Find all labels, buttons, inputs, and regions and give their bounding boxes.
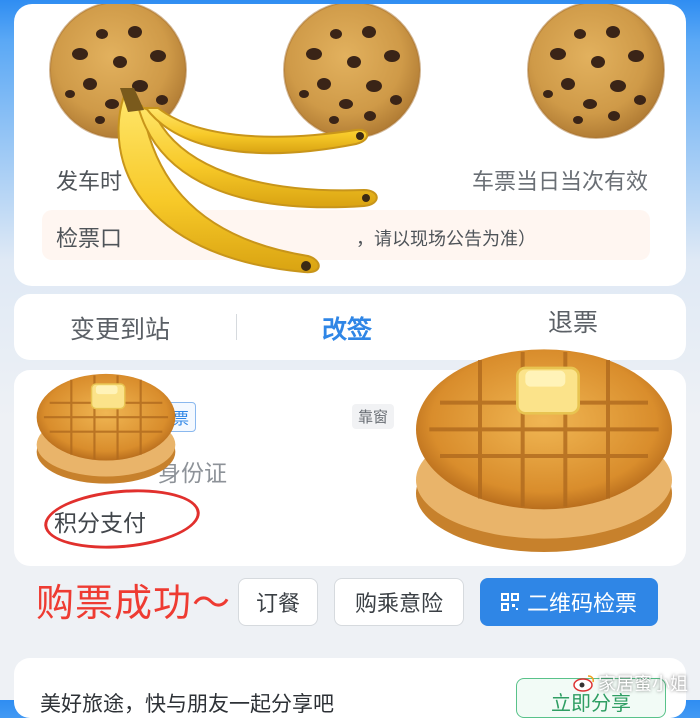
qr-code-icon bbox=[500, 593, 519, 611]
buy-insurance-button[interactable]: 购乘意险 bbox=[334, 578, 464, 626]
weibo-icon bbox=[573, 675, 594, 692]
qr-check-button[interactable]: 二维码检票 bbox=[480, 578, 658, 626]
order-meal-label: 订餐 bbox=[255, 592, 300, 617]
action-divider bbox=[236, 314, 237, 340]
share-text: 美好旅途，快与朋友一起分享吧 bbox=[40, 692, 334, 716]
hand-drawn-circle-annotation bbox=[41, 483, 203, 555]
banana-sticker bbox=[117, 88, 378, 274]
buy-insurance-label: 购乘意险 bbox=[354, 592, 443, 617]
rebook-button[interactable]: 改签 bbox=[322, 310, 372, 346]
waffle-sticker-small bbox=[35, 372, 177, 485]
seat-badge: 靠窗 bbox=[352, 404, 395, 429]
change-destination-button[interactable]: 变更到站 bbox=[70, 310, 170, 346]
validity-note: 车票当日当次有效 bbox=[471, 170, 648, 195]
watermark: 家居蜜小姐 bbox=[573, 670, 688, 696]
cookie-sticker-right bbox=[527, 4, 665, 139]
waffle-sticker-large bbox=[414, 347, 674, 554]
order-meal-button[interactable]: 订餐 bbox=[238, 578, 318, 626]
watermark-text: 家居蜜小姐 bbox=[598, 674, 688, 695]
purchase-success-caption: 购票成功～ bbox=[36, 581, 232, 625]
qr-check-label: 二维码检票 bbox=[526, 592, 637, 617]
